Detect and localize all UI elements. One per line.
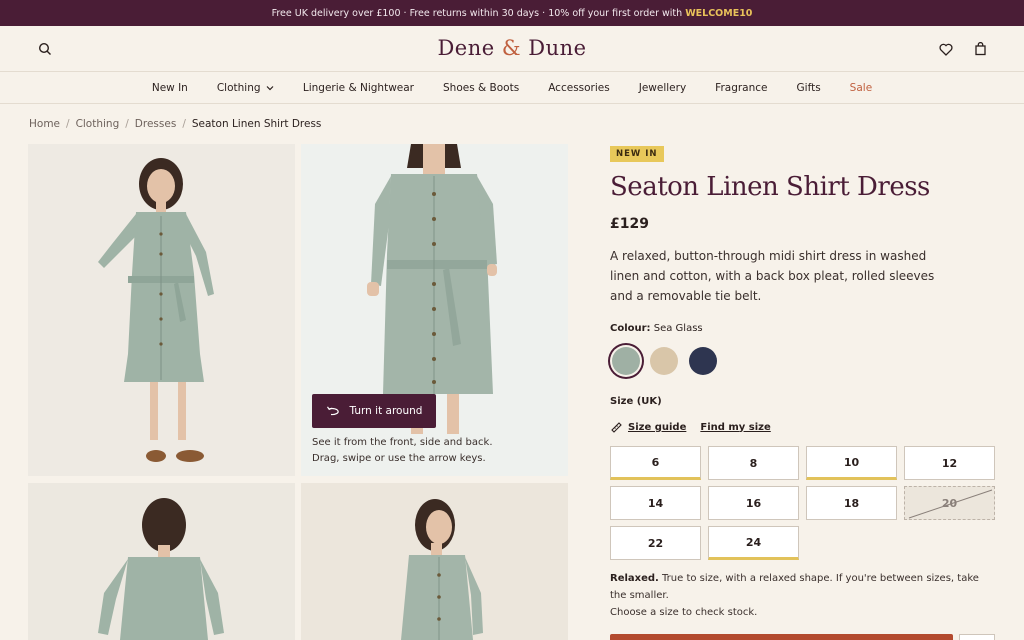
turn-help-line-1: See it from the front, side and back. <box>312 437 493 448</box>
bag-icon[interactable] <box>971 40 989 58</box>
size-links: Size guide Find my size <box>610 421 771 433</box>
size-button-8[interactable]: 8 <box>708 446 799 480</box>
nav-shoes[interactable]: Shoes & Boots <box>443 82 519 94</box>
size-button-14[interactable]: 14 <box>610 486 701 520</box>
swatch-navy[interactable] <box>689 347 717 375</box>
size-button-6[interactable]: 6 <box>610 446 701 480</box>
turn-it-around-label: Turn it around <box>349 405 423 417</box>
ruler-icon <box>611 422 622 433</box>
main-nav: New In Clothing Lingerie & Nightwear Sho… <box>0 72 1024 104</box>
product-price: £129 <box>610 216 649 232</box>
product-photo-side[interactable] <box>301 483 568 640</box>
swatch-sand[interactable] <box>650 347 678 375</box>
colour-label-value: Sea Glass <box>653 323 703 334</box>
breadcrumb-separator: / <box>66 118 70 130</box>
size-button-10[interactable]: 10 <box>806 446 897 480</box>
promo-code: WELCOME10 <box>685 7 753 19</box>
nav-sale[interactable]: Sale <box>850 82 872 94</box>
size-button-20-unavailable[interactable]: 20 <box>904 486 995 520</box>
nav-lingerie[interactable]: Lingerie & Nightwear <box>303 82 414 94</box>
breadcrumb-dresses[interactable]: Dresses <box>135 118 177 130</box>
nav-clothing[interactable]: Clothing <box>217 82 274 94</box>
breadcrumb-separator: / <box>182 118 186 130</box>
turn-help-text: See it from the front, side and back. Dr… <box>312 435 562 467</box>
size-label: Size (UK) <box>610 396 662 407</box>
size-guide-link[interactable]: Size guide <box>628 422 686 433</box>
fit-label: Relaxed. <box>610 573 659 584</box>
logo-word-2: Dune <box>528 36 587 60</box>
breadcrumb-separator: / <box>125 118 129 130</box>
size-button-18[interactable]: 18 <box>806 486 897 520</box>
product-photo-front-pose[interactable] <box>28 144 295 476</box>
fit-note: Relaxed. True to size, with a relaxed sh… <box>610 571 995 604</box>
heart-icon[interactable] <box>937 40 955 58</box>
turn-it-around-button[interactable]: Turn it around <box>312 394 436 428</box>
chevron-down-icon <box>266 85 274 90</box>
fit-text: True to size, with a relaxed shape. If y… <box>610 573 979 601</box>
logo-ampersand: & <box>501 36 522 60</box>
wishlist-button[interactable] <box>959 634 995 640</box>
size-button-22[interactable]: 22 <box>610 526 701 560</box>
product-description: A relaxed, button-through midi shirt dre… <box>610 249 935 303</box>
logo-word-1: Dene <box>437 36 495 60</box>
nav-new-in[interactable]: New In <box>152 82 188 94</box>
nav-accessories[interactable]: Accessories <box>548 82 610 94</box>
promo-text: Free UK delivery over £100 · Free return… <box>271 7 683 19</box>
promo-bar: Free UK delivery over £100 · Free return… <box>0 0 1024 26</box>
nav-clothing-label: Clothing <box>216 81 261 94</box>
turn-help-line-2: Drag, swipe or use the arrow keys. <box>312 453 486 464</box>
stock-hint: Choose a size to check stock. <box>610 607 758 618</box>
site-header: Dene & Dune <box>0 26 1024 72</box>
size-button-24[interactable]: 24 <box>708 526 799 560</box>
breadcrumb: Home / Clothing / Dresses / Seaton Linen Shirt… <box>29 118 321 130</box>
rotate-icon <box>326 406 339 416</box>
colour-label-key: Colour: <box>610 323 651 334</box>
add-to-bag-button[interactable] <box>610 634 953 640</box>
nav-jewellery[interactable]: Jewellery <box>639 82 686 94</box>
size-20-label: 20 <box>941 496 958 510</box>
nav-gifts[interactable]: Gifts <box>797 82 821 94</box>
breadcrumb-current: Seaton Linen Shirt Dress <box>191 118 322 130</box>
size-button-16[interactable]: 16 <box>708 486 799 520</box>
size-button-12[interactable]: 12 <box>904 446 995 480</box>
breadcrumb-home[interactable]: Home <box>29 118 60 130</box>
find-my-size-link[interactable]: Find my size <box>700 422 770 433</box>
colour-label: Colour: Sea Glass <box>610 323 703 334</box>
swatch-sea-glass[interactable] <box>612 347 640 375</box>
product-title: Seaton Linen Shirt Dress <box>610 172 930 202</box>
product-photo-back[interactable] <box>28 483 295 640</box>
breadcrumb-clothing[interactable]: Clothing <box>76 118 120 130</box>
site-logo[interactable]: Dene & Dune <box>0 36 1024 60</box>
nav-fragrance[interactable]: Fragrance <box>715 82 767 94</box>
new-in-badge: NEW IN <box>610 146 664 162</box>
